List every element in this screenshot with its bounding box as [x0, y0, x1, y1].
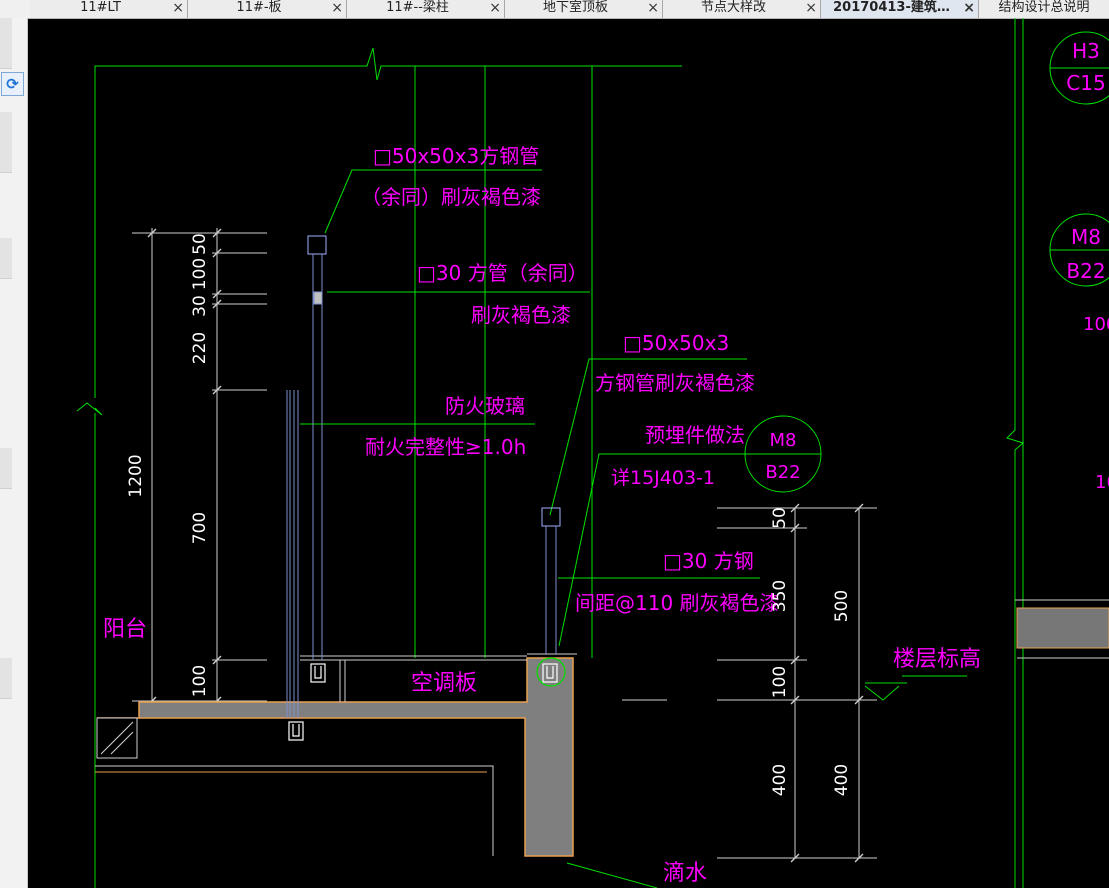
document-tab-bar: 11#LT × 11#-板 × 11#--梁柱 × 地下室顶板 × 节点大样改 …	[0, 0, 1109, 19]
dim-left-700: 700	[190, 512, 210, 544]
cad-drawing-canvas[interactable]: M8 B22 H3 C15 M8 B22 100 10 □50x50x3方钢管 …	[27, 18, 1109, 888]
tab-label: 11#-板	[236, 0, 282, 15]
annotation-glass-line1: 防火玻璃	[445, 394, 525, 418]
close-icon[interactable]: ×	[805, 0, 817, 16]
dim-left-50: 50	[190, 233, 210, 255]
toolbar-panel	[0, 18, 12, 69]
dim-right-350: 350	[770, 580, 790, 612]
annotation-bar-line1: □30 方钢	[663, 549, 754, 573]
tab-11-lt[interactable]: 11#LT ×	[30, 0, 188, 18]
edge-label-100: 100	[1083, 314, 1109, 335]
annotation-glass-line2: 耐火完整性≥1.0h	[365, 435, 526, 459]
leader-lines	[300, 169, 967, 888]
toolbar-panel	[0, 658, 12, 699]
close-icon[interactable]: ×	[331, 0, 343, 16]
dim-left-1200: 1200	[126, 454, 146, 497]
close-icon[interactable]: ×	[963, 0, 975, 16]
left-toolbar: ⟳	[0, 18, 28, 888]
tab-label: 地下室顶板	[542, 0, 608, 15]
bubble-c15-bottom: C15	[1066, 71, 1105, 95]
tab-basement-roof[interactable]: 地下室顶板 ×	[505, 0, 663, 18]
annotation-tube-right-line2: 方钢管刷灰褐色漆	[595, 371, 755, 395]
annotation-tube-50-line1: □50x50x3方钢管	[373, 144, 539, 168]
annotation-tube-30-line2: 刷灰褐色漆	[471, 303, 571, 327]
annotation-tube-right-line1: □50x50x3	[623, 331, 729, 355]
tab-label: 节点大样改	[700, 0, 766, 15]
close-icon[interactable]: ×	[489, 0, 501, 16]
tab-node-detail[interactable]: 节点大样改 ×	[663, 0, 821, 18]
tab-architecture-active[interactable]: 20170413-建筑… ×	[821, 0, 979, 18]
bubble-m8-right-top: M8	[1071, 225, 1101, 249]
tab-label: 结构设计总说明	[998, 0, 1090, 15]
dim-right-400a: 400	[770, 764, 790, 796]
close-icon[interactable]: ×	[647, 0, 659, 16]
sync-icon[interactable]: ⟳	[1, 72, 24, 96]
label-ac-board: 空调板	[411, 671, 477, 696]
label-balcony: 阳台	[103, 617, 147, 642]
dim-left-220: 220	[190, 332, 210, 364]
tab-label: 20170413-建筑…	[833, 0, 950, 15]
bubble-b22-bottom: B22	[765, 462, 800, 483]
annotation-embed-line2: 详15J403-1	[611, 467, 715, 489]
close-icon[interactable]: ×	[172, 0, 184, 16]
detail-bubbles	[744, 31, 1109, 493]
tab-11-slab[interactable]: 11#-板 ×	[188, 0, 347, 18]
tab-11-beam-column[interactable]: 11#--梁柱 ×	[347, 0, 505, 18]
dim-right-500: 500	[832, 590, 852, 622]
ac-board-slab	[95, 653, 577, 857]
annotation-tube-50-line2: （余同）刷灰褐色漆	[361, 185, 541, 209]
edge-label-10: 10	[1095, 472, 1109, 493]
tab-label: 11#LT	[80, 0, 121, 15]
label-floor-level: 楼层标高	[893, 647, 981, 672]
right-partial-section	[1015, 599, 1109, 659]
annotation-embed-line1: 预埋件做法	[645, 423, 745, 447]
dim-left-100: 100	[190, 258, 210, 290]
bubble-b22-right-bottom: B22	[1066, 259, 1105, 283]
toolbar-panel	[0, 112, 12, 173]
tab-structural-notes[interactable]: 结构设计总说明	[979, 0, 1109, 18]
toolbar-panel	[0, 448, 12, 489]
bubble-h3-top: H3	[1072, 39, 1100, 63]
dim-left-100b: 100	[190, 665, 210, 697]
bubble-m8-top: M8	[770, 430, 797, 451]
tab-label: 11#--梁柱	[386, 0, 449, 15]
dim-right-400b: 400	[832, 764, 852, 796]
dim-left-30: 30	[190, 295, 210, 317]
toolbar-panel	[0, 238, 12, 279]
dim-right-50: 50	[770, 507, 790, 529]
dim-right-100: 100	[770, 666, 790, 698]
annotation-bar-line2: 间距@110 刷灰褐色漆	[575, 591, 780, 615]
annotation-tube-30-line1: □30 方管（余同）	[417, 261, 588, 285]
label-drip: 滴水	[663, 861, 707, 886]
